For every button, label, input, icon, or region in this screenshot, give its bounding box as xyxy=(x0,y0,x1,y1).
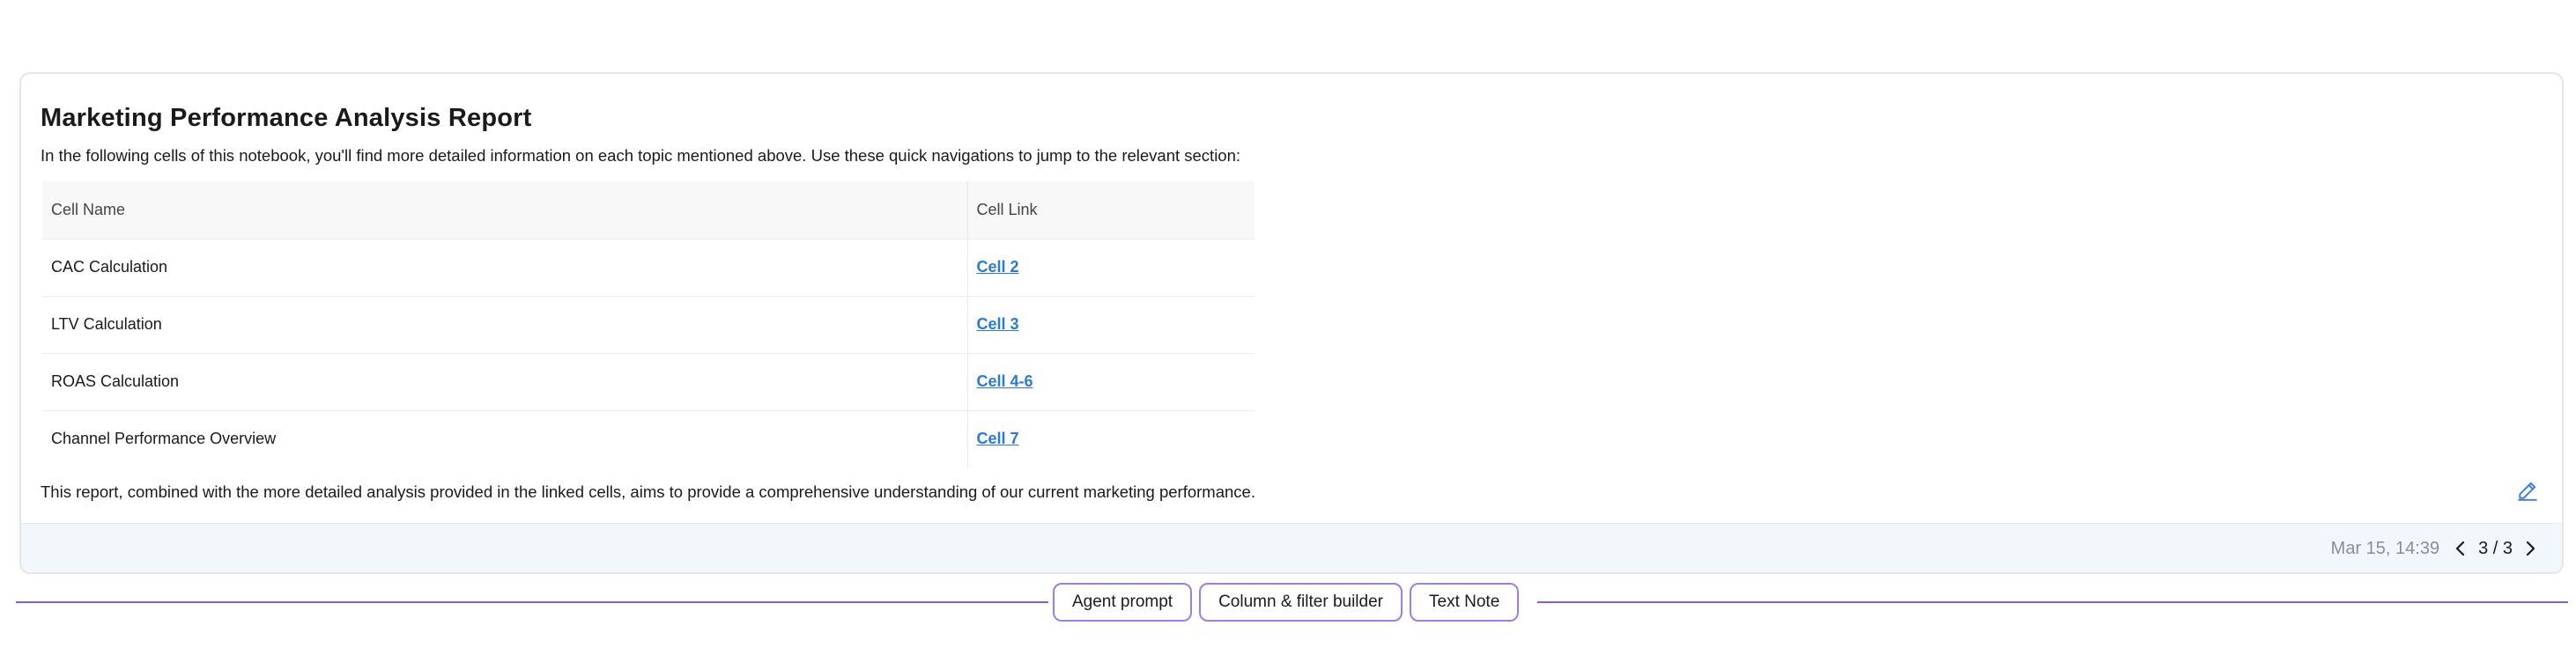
agent-prompt-button[interactable]: Agent prompt xyxy=(1053,583,1193,622)
chevron-right-icon[interactable] xyxy=(2521,538,2539,559)
cell-link-cell: Cell 2 xyxy=(967,239,1255,297)
table-row: Channel Performance Overview Cell 7 xyxy=(42,410,1255,468)
cell-name: ROAS Calculation xyxy=(42,353,968,411)
insert-divider-right xyxy=(1537,601,2568,603)
add-cell-bar: Agent prompt Column & filter builder Tex… xyxy=(1053,583,1520,622)
text-note-button[interactable]: Text Note xyxy=(1410,583,1520,622)
cell-link-cell: Cell 7 xyxy=(967,410,1255,468)
summary-text: This report, combined with the more deta… xyxy=(41,482,1255,501)
column-filter-builder-button[interactable]: Column & filter builder xyxy=(1199,583,1403,622)
table-row: LTV Calculation Cell 3 xyxy=(42,296,1255,354)
table-header-row: Cell Name Cell Link xyxy=(42,181,1255,239)
pencil-icon[interactable] xyxy=(2516,479,2539,502)
timestamp: Mar 15, 14:39 xyxy=(2330,538,2440,558)
page-indicator: 3 / 3 xyxy=(2478,538,2513,558)
cell-name: LTV Calculation xyxy=(42,296,968,354)
cell-link[interactable]: Cell 3 xyxy=(977,315,1019,333)
insert-divider-left xyxy=(16,601,1048,603)
cell-name: CAC Calculation xyxy=(42,239,968,297)
cell-pager: Mar 15, 14:39 3 / 3 xyxy=(2330,524,2539,572)
cell-footer: Mar 15, 14:39 3 / 3 xyxy=(21,523,2562,572)
intro-text: In the following cells of this notebook,… xyxy=(41,146,1241,165)
cell-link[interactable]: Cell 4-6 xyxy=(977,372,1033,390)
cell-link[interactable]: Cell 7 xyxy=(977,430,1019,447)
cell-name: Channel Performance Overview xyxy=(42,410,968,468)
report-title: Marketing Performance Analysis Report xyxy=(41,104,532,132)
column-header-cell-link: Cell Link xyxy=(967,181,1255,239)
table-row: CAC Calculation Cell 2 xyxy=(42,239,1255,297)
notebook-cell: Marketing Performance Analysis Report In… xyxy=(19,72,2564,574)
cell-body: Marketing Performance Analysis Report In… xyxy=(21,74,2562,525)
cell-link-cell: Cell 4-6 xyxy=(967,353,1255,411)
cell-link[interactable]: Cell 2 xyxy=(977,258,1019,276)
cell-links-table: Cell Name Cell Link CAC Calculation Cell… xyxy=(42,181,1255,468)
table-row: ROAS Calculation Cell 4-6 xyxy=(42,353,1255,411)
column-header-cell-name: Cell Name xyxy=(42,181,968,239)
chevron-left-icon[interactable] xyxy=(2452,538,2469,559)
cell-link-cell: Cell 3 xyxy=(967,296,1255,354)
